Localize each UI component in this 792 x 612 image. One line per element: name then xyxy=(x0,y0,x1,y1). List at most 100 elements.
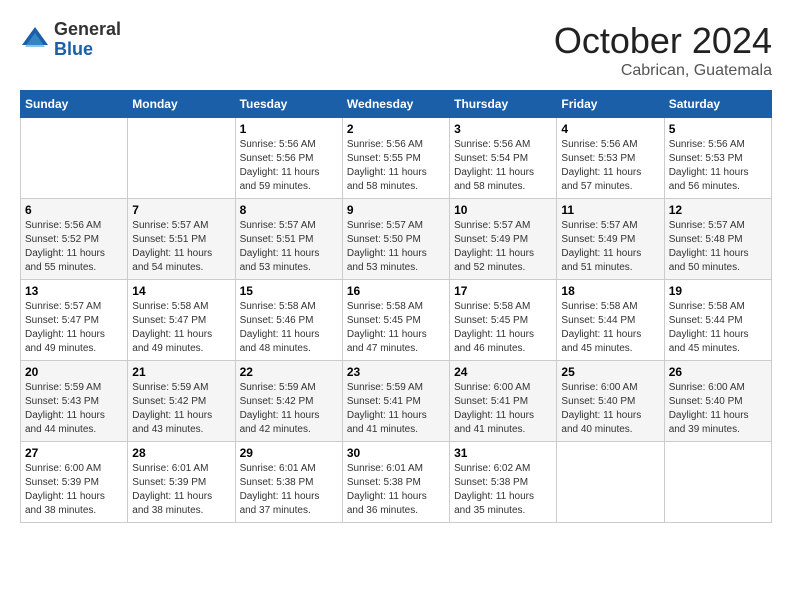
weekday-header-thursday: Thursday xyxy=(450,91,557,118)
day-info: Sunrise: 6:01 AM Sunset: 5:38 PM Dayligh… xyxy=(240,462,338,518)
calendar-cell: 24 Sunrise: 6:00 AM Sunset: 5:41 PM Dayli… xyxy=(450,361,557,442)
day-info: Sunrise: 5:59 AM Sunset: 5:42 PM Dayligh… xyxy=(240,381,338,437)
logo-text: General Blue xyxy=(54,20,121,60)
calendar-cell: 17 Sunrise: 5:58 AM Sunset: 5:45 PM Dayli… xyxy=(450,280,557,361)
calendar-cell: 5 Sunrise: 5:56 AM Sunset: 5:53 PM Daylig… xyxy=(664,118,771,199)
logo-blue: Blue xyxy=(54,40,121,60)
day-number: 5 xyxy=(669,122,767,136)
calendar-cell: 22Sunrise: 5:59 AM Sunset: 5:42 PM Dayli… xyxy=(235,361,342,442)
calendar-cell: 27 Sunrise: 6:00 AM Sunset: 5:39 PM Dayli… xyxy=(21,442,128,523)
calendar-cell xyxy=(21,118,128,199)
calendar-week-4: 20Sunrise: 5:59 AM Sunset: 5:43 PM Dayli… xyxy=(21,361,772,442)
calendar-cell xyxy=(128,118,235,199)
calendar-cell: 31 Sunrise: 6:02 AM Sunset: 5:38 PM Dayli… xyxy=(450,442,557,523)
weekday-header-tuesday: Tuesday xyxy=(235,91,342,118)
day-number: 21 xyxy=(132,365,230,379)
day-number: 19 xyxy=(669,284,767,298)
day-number: 25 xyxy=(561,365,659,379)
calendar-cell: 23Sunrise: 5:59 AM Sunset: 5:41 PM Dayli… xyxy=(342,361,449,442)
day-number: 30 xyxy=(347,446,445,460)
weekday-header-friday: Friday xyxy=(557,91,664,118)
day-info: Sunrise: 5:58 AM Sunset: 5:46 PM Dayligh… xyxy=(240,300,338,356)
day-number: 24 xyxy=(454,365,552,379)
calendar-cell: 7 Sunrise: 5:57 AM Sunset: 5:51 PM Daylig… xyxy=(128,199,235,280)
day-info: Sunrise: 5:58 AM Sunset: 5:45 PM Dayligh… xyxy=(454,300,552,356)
calendar-cell: 9Sunrise: 5:57 AM Sunset: 5:50 PM Daylig… xyxy=(342,199,449,280)
page-header: General Blue October 2024 Cabrican, Guat… xyxy=(20,20,772,80)
day-number: 26 xyxy=(669,365,767,379)
calendar-cell: 13 Sunrise: 5:57 AM Sunset: 5:47 PM Dayli… xyxy=(21,280,128,361)
day-info: Sunrise: 5:57 AM Sunset: 5:49 PM Dayligh… xyxy=(561,219,659,275)
calendar-cell: 3 Sunrise: 5:56 AM Sunset: 5:54 PM Daylig… xyxy=(450,118,557,199)
weekday-header-saturday: Saturday xyxy=(664,91,771,118)
day-info: Sunrise: 5:58 AM Sunset: 5:45 PM Dayligh… xyxy=(347,300,445,356)
calendar-cell: 1Sunrise: 5:56 AM Sunset: 5:56 PM Daylig… xyxy=(235,118,342,199)
day-info: Sunrise: 5:56 AM Sunset: 5:52 PM Dayligh… xyxy=(25,219,123,275)
weekday-header-wednesday: Wednesday xyxy=(342,91,449,118)
day-info: Sunrise: 5:57 AM Sunset: 5:49 PM Dayligh… xyxy=(454,219,552,275)
day-info: Sunrise: 5:57 AM Sunset: 5:47 PM Dayligh… xyxy=(25,300,123,356)
calendar-cell: 10 Sunrise: 5:57 AM Sunset: 5:49 PM Dayli… xyxy=(450,199,557,280)
day-number: 2 xyxy=(347,122,445,136)
day-number: 14 xyxy=(132,284,230,298)
day-info: Sunrise: 5:57 AM Sunset: 5:50 PM Dayligh… xyxy=(347,219,445,275)
calendar-week-5: 27 Sunrise: 6:00 AM Sunset: 5:39 PM Dayli… xyxy=(21,442,772,523)
day-info: Sunrise: 6:00 AM Sunset: 5:40 PM Dayligh… xyxy=(669,381,767,437)
day-number: 7 xyxy=(132,203,230,217)
calendar-cell: 30 Sunrise: 6:01 AM Sunset: 5:38 PM Dayli… xyxy=(342,442,449,523)
day-info: Sunrise: 5:59 AM Sunset: 5:42 PM Dayligh… xyxy=(132,381,230,437)
calendar-cell: 25 Sunrise: 6:00 AM Sunset: 5:40 PM Dayli… xyxy=(557,361,664,442)
calendar-cell: 15 Sunrise: 5:58 AM Sunset: 5:46 PM Dayli… xyxy=(235,280,342,361)
day-number: 31 xyxy=(454,446,552,460)
calendar-cell xyxy=(664,442,771,523)
calendar-week-3: 13 Sunrise: 5:57 AM Sunset: 5:47 PM Dayli… xyxy=(21,280,772,361)
day-info: Sunrise: 6:01 AM Sunset: 5:39 PM Dayligh… xyxy=(132,462,230,518)
day-info: Sunrise: 5:56 AM Sunset: 5:53 PM Dayligh… xyxy=(669,138,767,194)
logo: General Blue xyxy=(20,20,121,60)
calendar-cell: 18Sunrise: 5:58 AM Sunset: 5:44 PM Dayli… xyxy=(557,280,664,361)
weekday-header-monday: Monday xyxy=(128,91,235,118)
calendar-table: SundayMondayTuesdayWednesdayThursdayFrid… xyxy=(20,90,772,523)
day-info: Sunrise: 6:01 AM Sunset: 5:38 PM Dayligh… xyxy=(347,462,445,518)
day-info: Sunrise: 5:58 AM Sunset: 5:44 PM Dayligh… xyxy=(669,300,767,356)
day-info: Sunrise: 5:56 AM Sunset: 5:54 PM Dayligh… xyxy=(454,138,552,194)
calendar-cell: 26 Sunrise: 6:00 AM Sunset: 5:40 PM Dayli… xyxy=(664,361,771,442)
day-info: Sunrise: 5:58 AM Sunset: 5:44 PM Dayligh… xyxy=(561,300,659,356)
calendar-cell: 11Sunrise: 5:57 AM Sunset: 5:49 PM Dayli… xyxy=(557,199,664,280)
location: Cabrican, Guatemala xyxy=(554,62,772,80)
calendar-cell: 20Sunrise: 5:59 AM Sunset: 5:43 PM Dayli… xyxy=(21,361,128,442)
logo-icon xyxy=(20,25,50,55)
day-number: 15 xyxy=(240,284,338,298)
day-number: 23 xyxy=(347,365,445,379)
day-number: 3 xyxy=(454,122,552,136)
calendar-cell: 6 Sunrise: 5:56 AM Sunset: 5:52 PM Daylig… xyxy=(21,199,128,280)
day-info: Sunrise: 6:02 AM Sunset: 5:38 PM Dayligh… xyxy=(454,462,552,518)
day-info: Sunrise: 5:58 AM Sunset: 5:47 PM Dayligh… xyxy=(132,300,230,356)
day-number: 20 xyxy=(25,365,123,379)
day-number: 10 xyxy=(454,203,552,217)
day-number: 8 xyxy=(240,203,338,217)
day-info: Sunrise: 5:56 AM Sunset: 5:55 PM Dayligh… xyxy=(347,138,445,194)
calendar-week-1: 1Sunrise: 5:56 AM Sunset: 5:56 PM Daylig… xyxy=(21,118,772,199)
day-number: 13 xyxy=(25,284,123,298)
day-info: Sunrise: 6:00 AM Sunset: 5:39 PM Dayligh… xyxy=(25,462,123,518)
day-number: 1 xyxy=(240,122,338,136)
calendar-cell: 21 Sunrise: 5:59 AM Sunset: 5:42 PM Dayli… xyxy=(128,361,235,442)
day-number: 12 xyxy=(669,203,767,217)
calendar-cell: 2 Sunrise: 5:56 AM Sunset: 5:55 PM Daylig… xyxy=(342,118,449,199)
calendar-cell: 8Sunrise: 5:57 AM Sunset: 5:51 PM Daylig… xyxy=(235,199,342,280)
day-number: 27 xyxy=(25,446,123,460)
day-number: 16 xyxy=(347,284,445,298)
month-title: October 2024 xyxy=(554,20,772,62)
day-info: Sunrise: 6:00 AM Sunset: 5:40 PM Dayligh… xyxy=(561,381,659,437)
weekday-header-row: SundayMondayTuesdayWednesdayThursdayFrid… xyxy=(21,91,772,118)
day-info: Sunrise: 5:57 AM Sunset: 5:51 PM Dayligh… xyxy=(132,219,230,275)
day-info: Sunrise: 6:00 AM Sunset: 5:41 PM Dayligh… xyxy=(454,381,552,437)
title-block: October 2024 Cabrican, Guatemala xyxy=(554,20,772,80)
weekday-header-sunday: Sunday xyxy=(21,91,128,118)
calendar-cell: 19 Sunrise: 5:58 AM Sunset: 5:44 PM Dayli… xyxy=(664,280,771,361)
day-number: 17 xyxy=(454,284,552,298)
calendar-cell: 4Sunrise: 5:56 AM Sunset: 5:53 PM Daylig… xyxy=(557,118,664,199)
calendar-cell: 28Sunrise: 6:01 AM Sunset: 5:39 PM Dayli… xyxy=(128,442,235,523)
day-number: 6 xyxy=(25,203,123,217)
